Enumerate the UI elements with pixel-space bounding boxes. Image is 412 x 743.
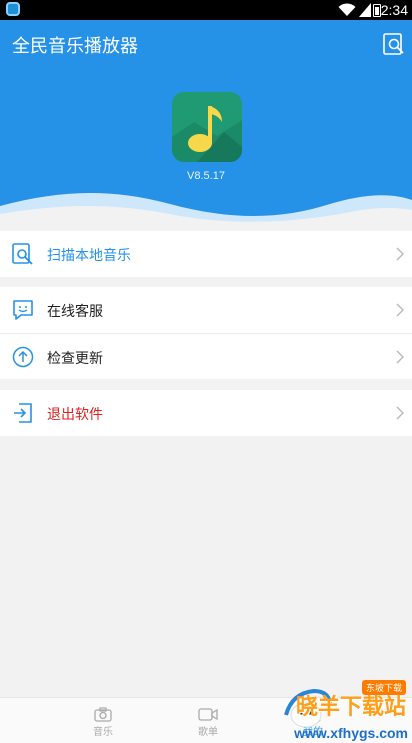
- menu-item-label: 扫描本地音乐: [47, 248, 131, 264]
- menu-item-online-service[interactable]: 在线客服: [0, 287, 412, 333]
- chevron-right-icon: [396, 303, 404, 317]
- menu-group-support: 在线客服 检查更新: [0, 287, 412, 379]
- nav-tab-playlist[interactable]: 歌单: [178, 698, 238, 743]
- nav-tab-music[interactable]: 音乐: [73, 698, 133, 743]
- camera-icon: [94, 707, 112, 722]
- menu-item-label: 退出软件: [47, 407, 103, 423]
- menu-item-scan-local-music[interactable]: 扫描本地音乐: [0, 231, 412, 277]
- chevron-right-icon: [396, 350, 404, 364]
- menu-item-exit-app[interactable]: 退出软件: [0, 390, 412, 436]
- menu-item-label: 在线客服: [47, 304, 103, 320]
- chat-smile-icon: [13, 300, 33, 320]
- watermark-url: www.xfhygs.com: [294, 725, 408, 741]
- wifi-icon: [338, 3, 356, 16]
- signal-icon: [359, 3, 371, 17]
- watermark: 东坡下载 晓羊下载站 www.xfhygs.com: [232, 673, 412, 743]
- nav-tab-label: 音乐: [93, 727, 113, 738]
- scan-music-icon[interactable]: [382, 32, 406, 56]
- music-note-icon: [172, 92, 242, 162]
- app-title: 全民音乐播放器: [12, 36, 138, 57]
- menu-group-scan: 扫描本地音乐: [0, 231, 412, 277]
- status-bar: 2:34: [0, 0, 412, 20]
- scan-icon: [12, 243, 33, 265]
- wave-decoration: [0, 192, 412, 228]
- upload-arrow-icon: [12, 346, 34, 368]
- chevron-right-icon: [396, 406, 404, 420]
- status-time: 2:34: [380, 2, 408, 18]
- menu-group-exit: 退出软件: [0, 390, 412, 436]
- app-bar: 全民音乐播放器: [0, 20, 412, 68]
- watermark-text: 晓羊下载站: [295, 695, 406, 720]
- chevron-right-icon: [396, 247, 404, 261]
- menu-item-check-update[interactable]: 检查更新: [0, 333, 412, 379]
- exit-icon: [14, 403, 32, 423]
- app-notification-icon: [6, 2, 20, 16]
- video-icon: [198, 708, 218, 721]
- nav-tab-label: 歌单: [198, 727, 218, 738]
- app-info-header: V8.5.17: [0, 68, 412, 228]
- menu-item-label: 检查更新: [47, 351, 103, 367]
